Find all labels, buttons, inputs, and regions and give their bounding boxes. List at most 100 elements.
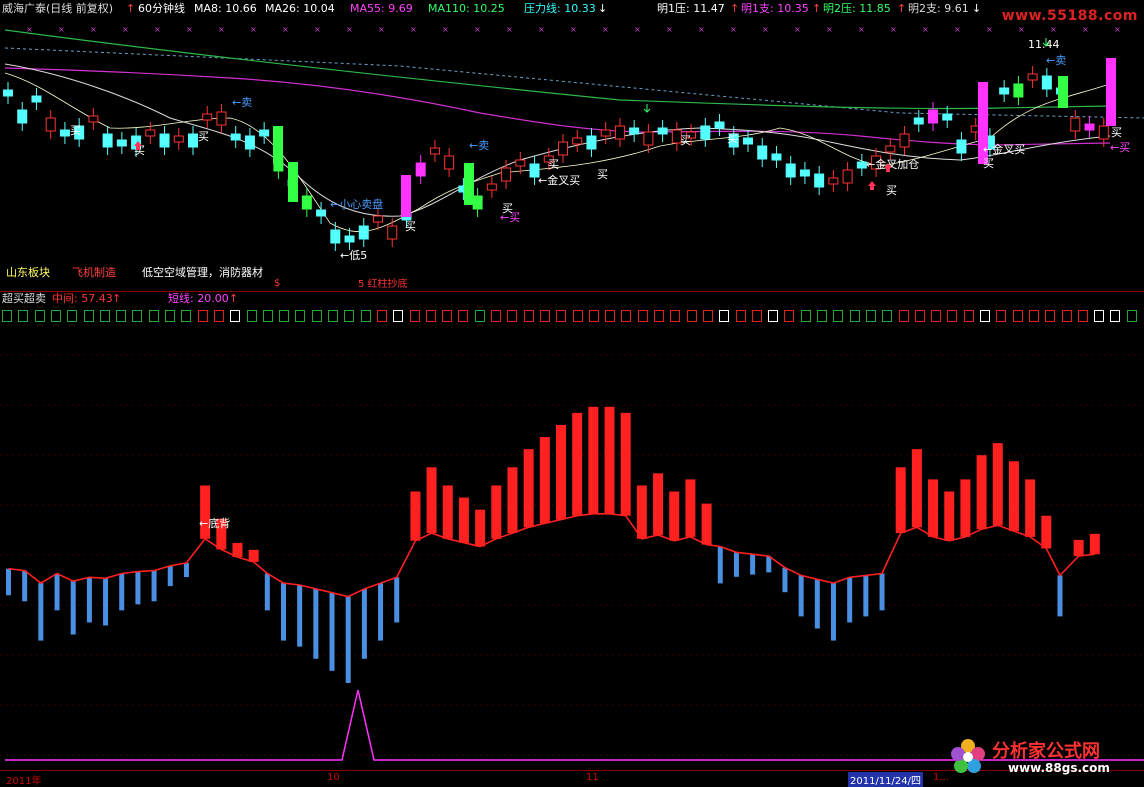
candle-body xyxy=(828,177,839,185)
oscillator-bar xyxy=(701,503,712,545)
cross-marker: × xyxy=(666,25,673,34)
oscillator-bar xyxy=(928,479,939,537)
logo-text: 分析家公式网 xyxy=(992,741,1100,762)
signal-square xyxy=(556,310,567,322)
oscillator-bar xyxy=(1041,515,1052,549)
oscillator-bar xyxy=(475,509,486,547)
up-arrow-icon-6: ↑ xyxy=(229,292,239,305)
signal-square xyxy=(702,310,713,322)
axis-current-date[interactable]: 2011/11/24/四 xyxy=(848,772,924,787)
careful-annotation: ←小心卖盘 xyxy=(330,197,383,211)
signal-square xyxy=(148,310,159,322)
signal-square xyxy=(849,310,860,322)
signal-square xyxy=(572,310,583,322)
oscillator-bar xyxy=(798,575,804,617)
period-label[interactable]: 60分钟线 xyxy=(138,0,185,18)
signal-square xyxy=(605,310,616,322)
mid-value: 中间: 57.43 xyxy=(52,292,113,305)
pressure-line xyxy=(4,47,1144,119)
oscillator-bar xyxy=(895,467,906,534)
bottom-signal-tag: 5 红柱抄底 xyxy=(358,279,408,290)
candle-body xyxy=(558,141,568,156)
candle-body xyxy=(586,135,597,150)
cross-marker: × xyxy=(1050,25,1057,34)
buy-annotation: 买 xyxy=(597,168,608,181)
candle-body xyxy=(743,137,753,145)
cross-marker: × xyxy=(1018,25,1025,34)
industry-tag[interactable]: 飞机制造 xyxy=(72,264,116,280)
oscillator-bar xyxy=(879,573,885,611)
oscillator-bar xyxy=(1057,575,1063,617)
oscillator-bar xyxy=(1073,539,1084,557)
s1-label: 明1支: 10.35 xyxy=(741,2,809,15)
buy-annotation: 买 xyxy=(198,130,209,143)
candle-body xyxy=(486,183,497,191)
signal-square xyxy=(132,310,143,322)
signal-square xyxy=(1094,310,1105,322)
candle-body xyxy=(202,113,213,121)
oscillator-bar xyxy=(394,577,400,623)
oscillator-bar xyxy=(523,449,534,528)
signal-square xyxy=(1077,310,1088,322)
region-tag[interactable]: 山东板块 xyxy=(6,264,50,280)
candle-body xyxy=(31,95,42,103)
candle-body xyxy=(1013,83,1024,98)
up-arrow-icon-2: ↑ xyxy=(730,2,740,15)
oscillator-bar xyxy=(135,571,141,605)
candle-body xyxy=(244,135,255,150)
oscillator-bar xyxy=(814,579,820,629)
up-arrow-icon-4: ↑ xyxy=(897,2,907,15)
signal-square xyxy=(784,310,795,322)
signal-square xyxy=(425,310,436,322)
signal-square xyxy=(393,310,404,322)
oscillator-bar xyxy=(782,567,788,593)
cross-add-annotation: ←金叉加仓 xyxy=(866,157,919,171)
indicator-title[interactable]: 超买超卖 xyxy=(2,291,46,307)
candle-body xyxy=(3,89,13,97)
oscillator-bar xyxy=(733,552,739,577)
oscillator-bar xyxy=(183,562,189,578)
candle-body xyxy=(387,225,398,240)
cross-marker: × xyxy=(858,25,865,34)
candle-body xyxy=(344,235,355,243)
candle-body xyxy=(216,111,227,126)
oscillator-bar xyxy=(831,583,836,641)
candlestick-chart[interactable]: ←卖 ←卖 ←卖 ←小心卖盘 ←金叉买 ←金叉买 ←金叉加仓 ←低5 11.44… xyxy=(0,18,1144,290)
signal-square xyxy=(491,310,501,322)
oscillator-bar xyxy=(297,585,303,647)
candle-body xyxy=(956,139,967,154)
oscillator-bar xyxy=(766,556,772,573)
buy-annotation: 买 xyxy=(70,124,81,137)
short-value: 短线: 20.00 xyxy=(168,292,229,305)
oscillator-bar xyxy=(556,424,566,520)
candle-body xyxy=(614,125,625,140)
signal-square xyxy=(768,310,779,322)
axis-tail: 1... xyxy=(933,772,949,783)
candle-body xyxy=(856,161,867,169)
cross-marker: × xyxy=(1082,25,1089,34)
stock-title[interactable]: 威海广泰(日线 前复权) xyxy=(2,0,113,18)
signal-square xyxy=(246,310,257,322)
oscillator-chart[interactable]: ←底背 xyxy=(0,330,1144,770)
candle-body xyxy=(472,195,483,210)
cross-marker: × xyxy=(570,25,577,34)
signal-square xyxy=(181,310,192,322)
oscillator-bar xyxy=(426,467,437,534)
high-price-annotation: 11.44 xyxy=(1028,38,1060,51)
buy-annotation: 买 xyxy=(1111,126,1122,139)
candle-body xyxy=(301,195,312,210)
candle-body xyxy=(288,162,298,202)
oscillator-bar xyxy=(6,568,11,596)
axis-month-11: 11 xyxy=(586,772,599,783)
oscillator-bars xyxy=(6,406,1100,683)
signal-square xyxy=(262,310,273,322)
oscillator-bar xyxy=(22,570,28,602)
signal-square xyxy=(751,310,762,322)
up-arrow-icon-5: ↑ xyxy=(112,292,122,305)
signal-square xyxy=(735,310,746,322)
concept-tag[interactable]: 低空空域管理，消防器材 xyxy=(142,264,263,280)
oscillator-bar xyxy=(119,573,125,611)
signal-square xyxy=(637,310,648,322)
ma26-label: MA26: 10.04 xyxy=(265,2,335,15)
low-price-annotation: ←低5 xyxy=(340,249,367,262)
